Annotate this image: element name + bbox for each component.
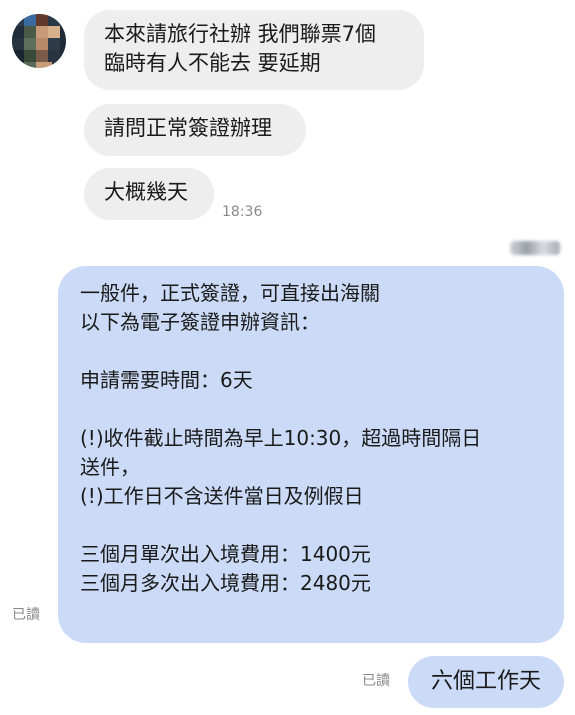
info-line: 申請需要時間：6天 — [80, 368, 253, 392]
info-line: (!)收件截止時間為早上10:30，超過時間隔日 — [80, 426, 482, 450]
outgoing-reply-message[interactable]: 六個工作天 — [408, 656, 564, 708]
info-line: 以下為電子簽證申辦資訊： — [80, 310, 320, 334]
incoming-message-2[interactable]: 請問正常簽證辦理 — [84, 104, 306, 156]
reply-read-receipt: 已讀 — [362, 673, 390, 689]
blurred-timestamp — [510, 241, 560, 255]
info-line: 送件， — [80, 455, 140, 479]
info-line: 三個月多次出入境費用：2480元 — [80, 571, 371, 595]
info-line — [80, 511, 542, 540]
info-line — [80, 337, 542, 366]
contact-avatar[interactable] — [12, 14, 66, 68]
info-line: 三個月單次出入境費用：1400元 — [80, 542, 371, 566]
outgoing-visa-info-message[interactable]: 一般件，正式簽證，可直接出海關 以下為電子簽證申辦資訊： 申請需要時間：6天 (… — [58, 266, 564, 643]
incoming-message-3[interactable]: 大概幾天 — [84, 168, 214, 220]
info-line: 一般件，正式簽證，可直接出海關 — [80, 281, 380, 305]
info-line — [80, 395, 542, 424]
message-timestamp: 18:36 — [222, 204, 263, 220]
incoming-message-1[interactable]: 本來請旅行社辦 我們聯票7個 臨時有人不能去 要延期 — [84, 10, 424, 90]
info-line: (!)工作日不含送件當日及例假日 — [80, 484, 364, 508]
read-receipt: 已讀 — [12, 607, 40, 623]
